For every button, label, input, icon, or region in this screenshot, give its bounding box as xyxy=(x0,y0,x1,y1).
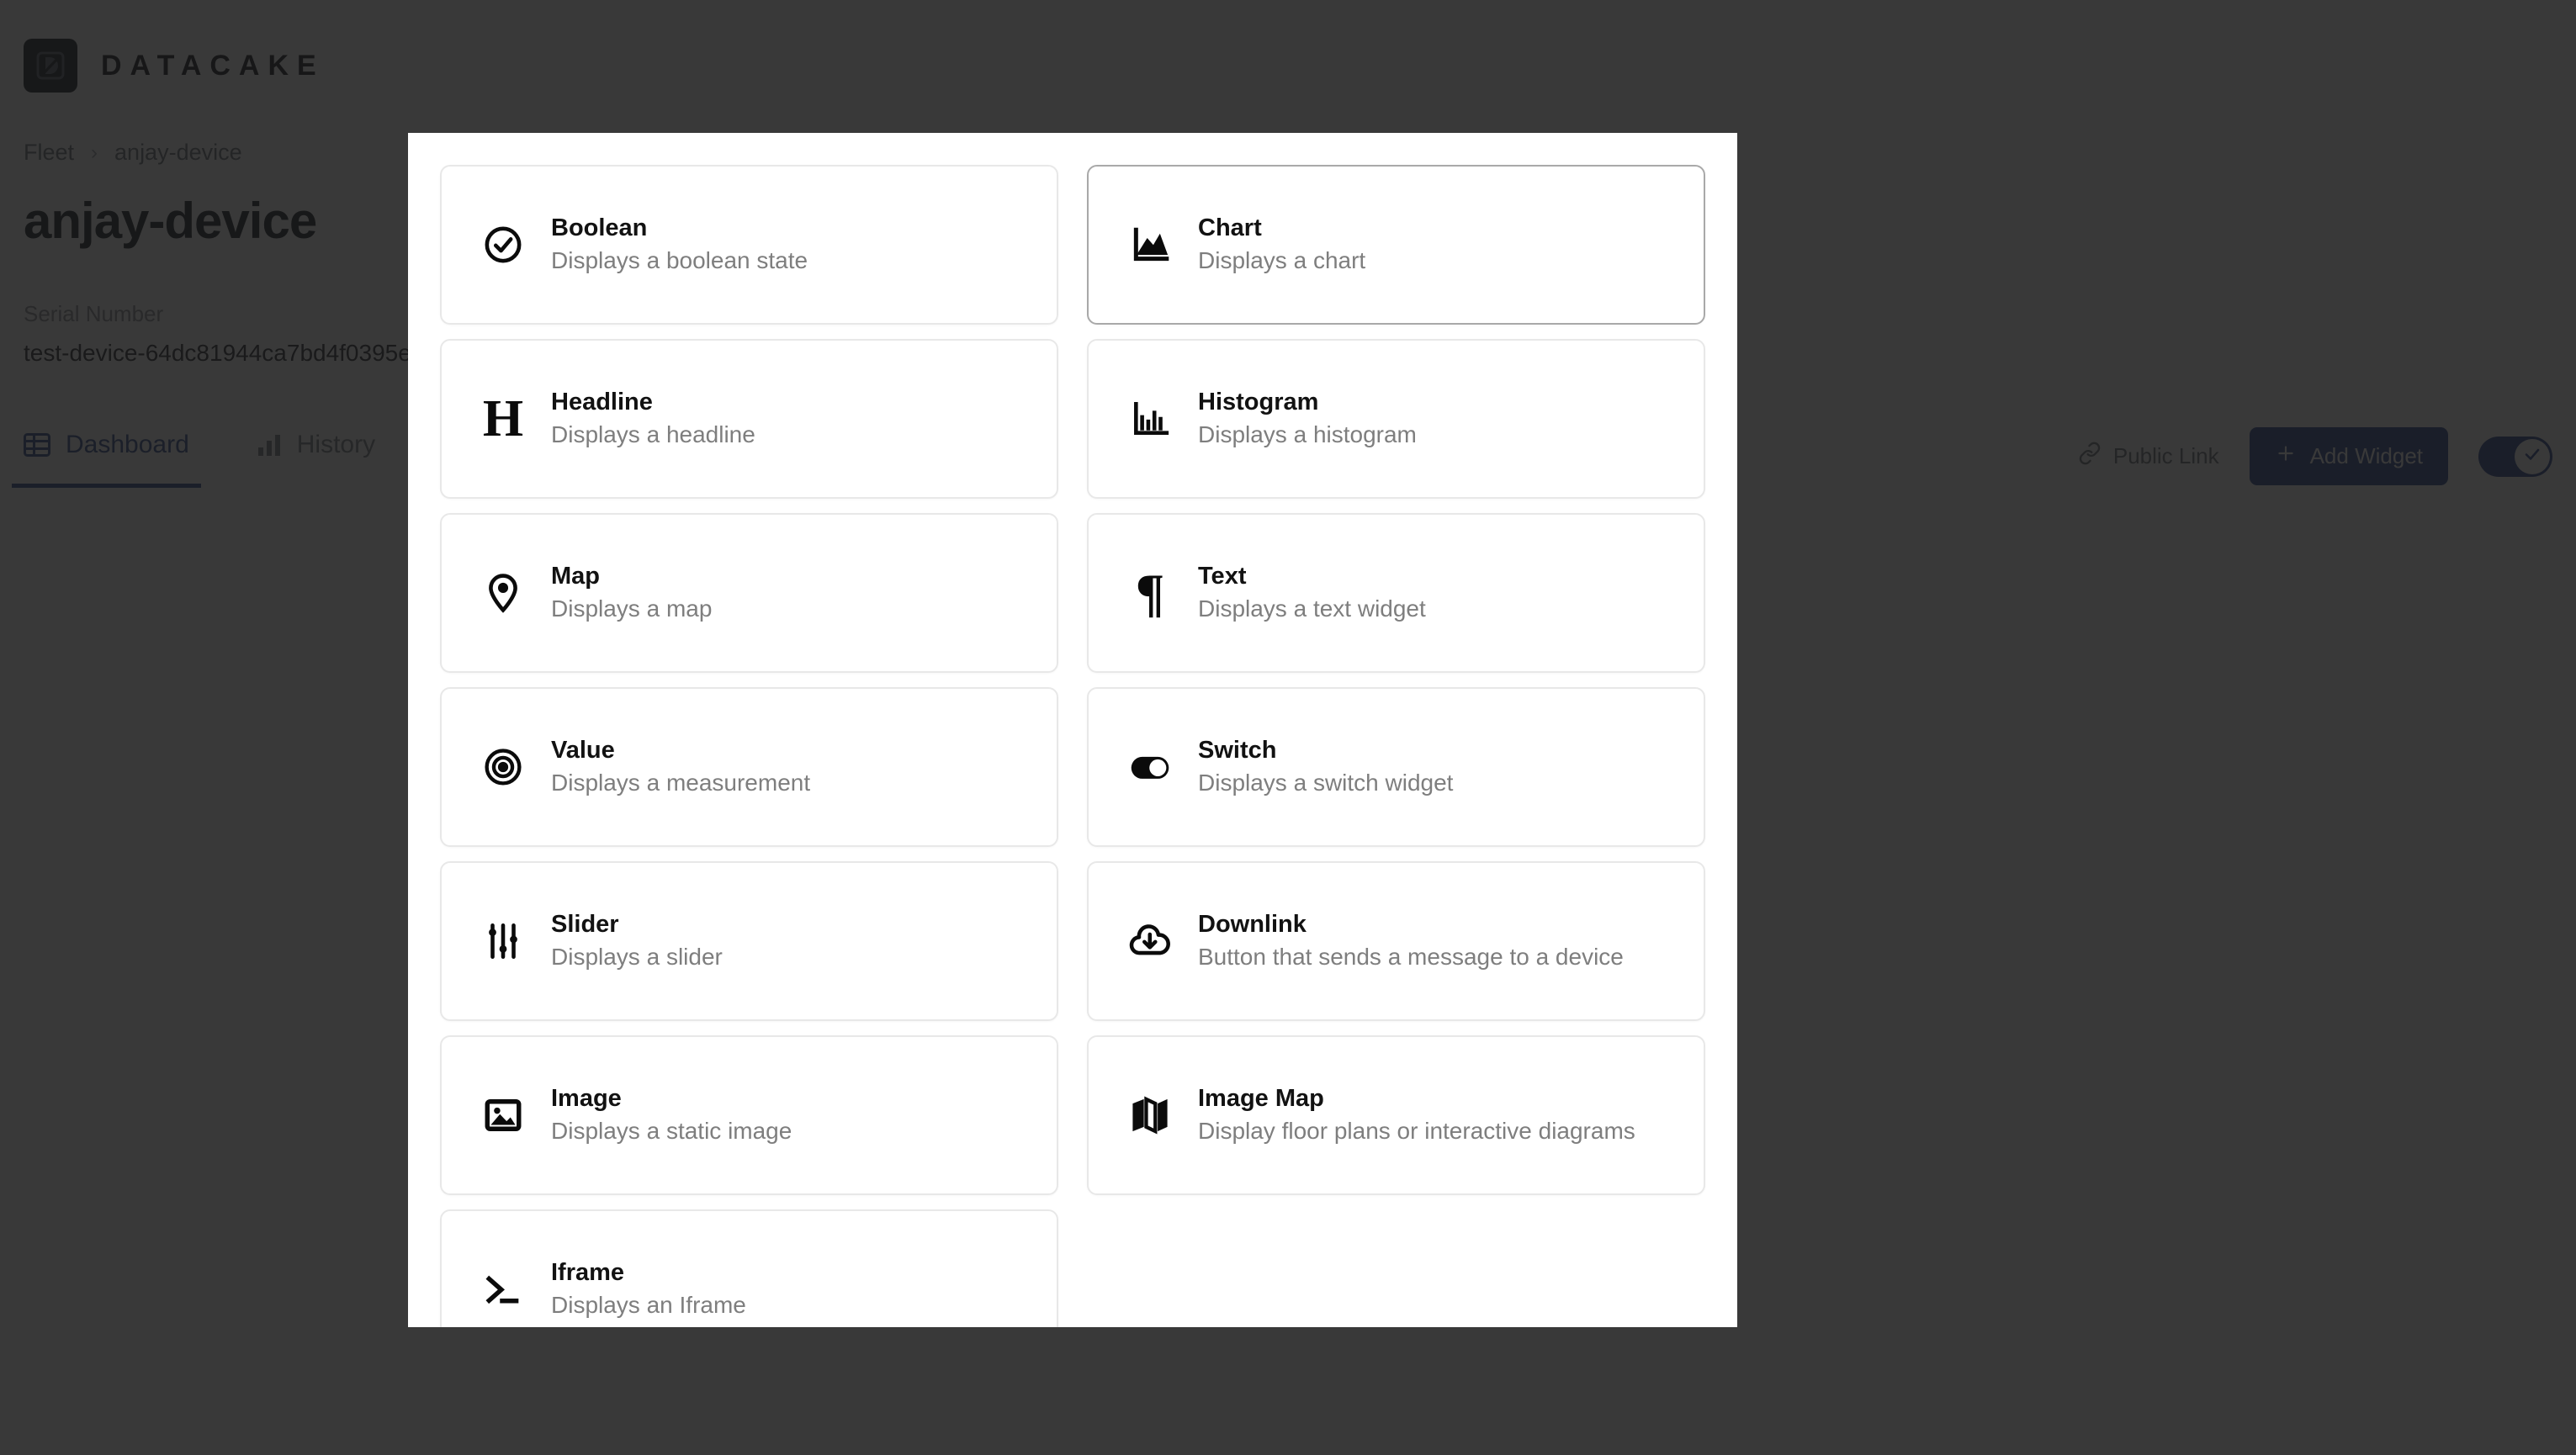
bullseye-icon xyxy=(477,746,529,788)
widget-option-image-map[interactable]: Image Map Display floor plans or interac… xyxy=(1087,1035,1705,1195)
widget-option-title: Map xyxy=(551,563,600,590)
image-icon xyxy=(477,1094,529,1136)
widget-option-desc: Displays a chart xyxy=(1198,247,1366,274)
widget-option-title: Histogram xyxy=(1198,389,1319,416)
widget-option-image[interactable]: Image Displays a static image xyxy=(440,1035,1058,1195)
widget-option-map[interactable]: Map Displays a map xyxy=(440,513,1058,673)
widget-option-desc: Displays a switch widget xyxy=(1198,770,1454,796)
widget-option-downlink[interactable]: Downlink Button that sends a message to … xyxy=(1087,861,1705,1021)
widget-option-desc: Displays a headline xyxy=(551,421,755,448)
widget-option-value[interactable]: Value Displays a measurement xyxy=(440,687,1058,847)
add-widget-modal: Boolean Displays a boolean state Chart D… xyxy=(408,133,1737,1327)
cloud-download-icon xyxy=(1124,919,1176,963)
widget-option-desc: Display floor plans or interactive diagr… xyxy=(1198,1118,1635,1145)
widget-type-grid: Boolean Displays a boolean state Chart D… xyxy=(408,133,1737,1327)
histogram-icon xyxy=(1124,398,1176,440)
heading-h-icon: H xyxy=(482,390,524,447)
pilcrow-icon: ¶ xyxy=(1135,563,1165,622)
widget-option-title: Boolean xyxy=(551,214,648,242)
widget-option-switch[interactable]: Switch Displays a switch widget xyxy=(1087,687,1705,847)
widget-option-title: Image Map xyxy=(1198,1085,1324,1113)
widget-option-desc: Displays an Iframe xyxy=(551,1292,746,1319)
widget-option-desc: Displays a text widget xyxy=(1198,595,1426,622)
sliders-icon xyxy=(477,920,529,962)
area-chart-icon xyxy=(1124,224,1176,266)
widget-option-title: Image xyxy=(551,1085,622,1113)
widget-option-title: Chart xyxy=(1198,214,1262,242)
check-circle-icon xyxy=(477,224,529,266)
widget-option-title: Switch xyxy=(1198,737,1277,765)
widget-option-desc: Displays a map xyxy=(551,595,713,622)
folded-map-icon xyxy=(1124,1093,1176,1137)
toggle-icon xyxy=(1124,745,1176,789)
widget-option-title: Iframe xyxy=(551,1259,625,1287)
widget-option-desc: Displays a slider xyxy=(551,944,723,971)
widget-option-desc: Displays a histogram xyxy=(1198,421,1417,448)
widget-option-boolean[interactable]: Boolean Displays a boolean state xyxy=(440,165,1058,325)
widget-option-title: Value xyxy=(551,737,615,765)
widget-option-chart[interactable]: Chart Displays a chart xyxy=(1087,165,1705,325)
widget-option-text[interactable]: ¶ Text Displays a text widget xyxy=(1087,513,1705,673)
widget-option-title: Downlink xyxy=(1198,911,1307,939)
map-pin-icon xyxy=(477,572,529,614)
widget-option-desc: Displays a measurement xyxy=(551,770,811,796)
widget-option-iframe[interactable]: Iframe Displays an Iframe xyxy=(440,1209,1058,1327)
widget-option-title: Headline xyxy=(551,389,653,416)
terminal-prompt-icon xyxy=(477,1268,529,1310)
widget-option-desc: Displays a boolean state xyxy=(551,247,808,274)
widget-option-headline[interactable]: H Headline Displays a headline xyxy=(440,339,1058,499)
widget-option-slider[interactable]: Slider Displays a slider xyxy=(440,861,1058,1021)
widget-option-histogram[interactable]: Histogram Displays a histogram xyxy=(1087,339,1705,499)
widget-option-desc: Displays a static image xyxy=(551,1118,792,1145)
widget-option-title: Slider xyxy=(551,911,619,939)
widget-option-desc: Button that sends a message to a device xyxy=(1198,944,1624,971)
widget-option-title: Text xyxy=(1198,563,1247,590)
